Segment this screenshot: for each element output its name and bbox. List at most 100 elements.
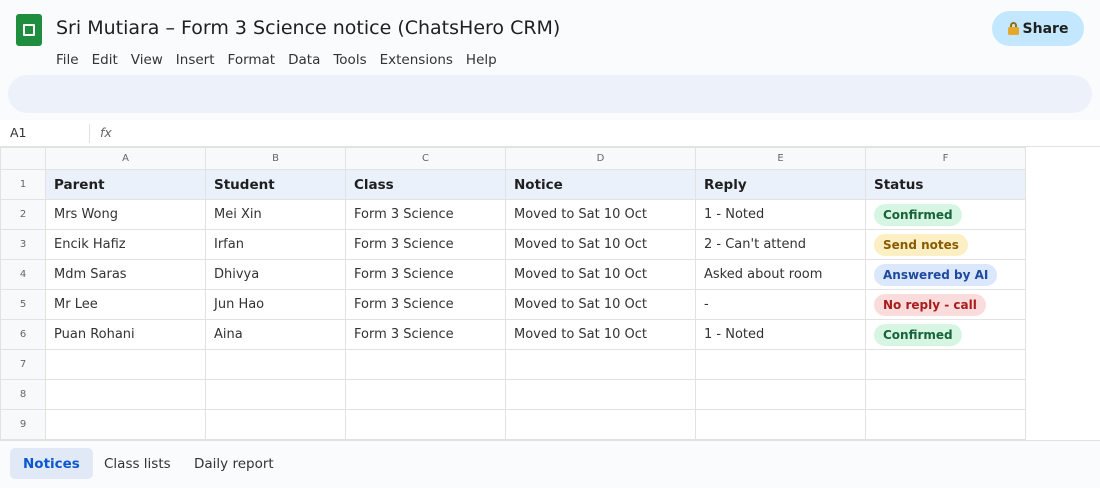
- status-cell[interactable]: Send notes: [865, 229, 1026, 260]
- spreadsheet-grid: A B C D E F 1 Parent Student Class Notice Rep…: [0, 147, 1100, 440]
- column-header-f[interactable]: F: [865, 147, 1026, 170]
- table-cell[interactable]: 1 - Noted: [695, 199, 866, 230]
- empty-cell[interactable]: [45, 379, 206, 410]
- row-number-7[interactable]: 7: [0, 349, 46, 380]
- table-cell[interactable]: Mdm Saras: [45, 259, 206, 290]
- table-cell[interactable]: Form 3 Science: [345, 199, 506, 230]
- table-cell[interactable]: Puan Rohani: [45, 319, 206, 350]
- empty-cell[interactable]: [865, 349, 1026, 380]
- status-badge: Confirmed: [874, 203, 962, 226]
- status-cell[interactable]: Confirmed: [865, 199, 1026, 230]
- table-cell[interactable]: Moved to Sat 10 Oct: [505, 319, 696, 350]
- row-number-3[interactable]: 3: [0, 229, 46, 260]
- status-cell[interactable]: No reply - call: [865, 289, 1026, 320]
- column-header-d[interactable]: D: [505, 147, 696, 170]
- menu-edit[interactable]: Edit: [92, 52, 118, 68]
- empty-cell[interactable]: [505, 379, 696, 410]
- row-number-8[interactable]: 8: [0, 379, 46, 410]
- table-row: 8: [0, 379, 1026, 410]
- header-cell[interactable]: Student: [205, 169, 346, 200]
- table-row: 4 Mdm Saras Dhivya Form 3 Science Moved to S…: [0, 259, 1026, 290]
- table-cell[interactable]: 1 - Noted: [695, 319, 866, 350]
- table-row: 2 Mrs Wong Mei Xin Form 3 Science Moved to S…: [0, 199, 1026, 230]
- table-cell[interactable]: Moved to Sat 10 Oct: [505, 289, 696, 320]
- header-cell[interactable]: Parent: [45, 169, 206, 200]
- table-cell[interactable]: Form 3 Science: [345, 229, 506, 260]
- empty-cell[interactable]: [45, 409, 206, 440]
- menu-file[interactable]: File: [56, 52, 79, 68]
- status-badge: Confirmed: [874, 323, 962, 346]
- table-cell[interactable]: Aina: [205, 319, 346, 350]
- empty-cell[interactable]: [695, 379, 866, 410]
- tab-notices[interactable]: Notices: [10, 448, 93, 479]
- empty-cell[interactable]: [205, 409, 346, 440]
- name-box[interactable]: A1: [10, 125, 27, 140]
- header-cell[interactable]: Notice: [505, 169, 696, 200]
- table-row: 6 Puan Rohani Aina Form 3 Science Moved to S…: [0, 319, 1026, 350]
- column-header-c[interactable]: C: [345, 147, 506, 170]
- menu-data[interactable]: Data: [288, 52, 320, 68]
- empty-cell[interactable]: [205, 379, 346, 410]
- row-number-5[interactable]: 5: [0, 289, 46, 320]
- select-all-corner[interactable]: [0, 147, 46, 170]
- empty-cell[interactable]: [45, 349, 206, 380]
- share-button[interactable]: Share: [992, 11, 1084, 46]
- table-cell[interactable]: Mei Xin: [205, 199, 346, 230]
- status-cell[interactable]: Confirmed: [865, 319, 1026, 350]
- column-header-b[interactable]: B: [205, 147, 346, 170]
- table-cell[interactable]: Form 3 Science: [345, 319, 506, 350]
- column-header-e[interactable]: E: [695, 147, 866, 170]
- header-cell[interactable]: Class: [345, 169, 506, 200]
- menu-help[interactable]: Help: [466, 52, 497, 68]
- menu-view[interactable]: View: [131, 52, 163, 68]
- table-cell[interactable]: Jun Hao: [205, 289, 346, 320]
- table-cell[interactable]: -: [695, 289, 866, 320]
- empty-cell[interactable]: [205, 349, 346, 380]
- column-header-a[interactable]: A: [45, 147, 206, 170]
- table-cell[interactable]: Mrs Wong: [45, 199, 206, 230]
- empty-cell[interactable]: [695, 409, 866, 440]
- table-cell[interactable]: Moved to Sat 10 Oct: [505, 229, 696, 260]
- table-cell[interactable]: Form 3 Science: [345, 259, 506, 290]
- formula-bar: A1 fx: [0, 120, 1100, 147]
- empty-cell[interactable]: [865, 379, 1026, 410]
- row-number-4[interactable]: 4: [0, 259, 46, 290]
- table-row: 9: [0, 409, 1026, 440]
- table-cell[interactable]: Mr Lee: [45, 289, 206, 320]
- fx-icon: fx: [100, 125, 112, 140]
- menu-format[interactable]: Format: [228, 52, 276, 68]
- header-cell[interactable]: Status: [865, 169, 1026, 200]
- status-cell[interactable]: Answered by AI: [865, 259, 1026, 290]
- empty-cell[interactable]: [865, 409, 1026, 440]
- document-title[interactable]: Sri Mutiara – Form 3 Science notice (Cha…: [56, 17, 560, 39]
- toolbar[interactable]: [8, 75, 1092, 113]
- table-cell[interactable]: 2 - Can't attend: [695, 229, 866, 260]
- empty-cell[interactable]: [505, 349, 696, 380]
- menu-insert[interactable]: Insert: [176, 52, 215, 68]
- empty-cell[interactable]: [505, 409, 696, 440]
- table-cell[interactable]: Dhivya: [205, 259, 346, 290]
- table-cell[interactable]: Form 3 Science: [345, 289, 506, 320]
- empty-cell[interactable]: [345, 379, 506, 410]
- sheet-tab-bar: Notices Class lists Daily report: [0, 440, 1100, 488]
- row-number-9[interactable]: 9: [0, 409, 46, 440]
- tab-class-lists[interactable]: Class lists: [91, 448, 184, 479]
- table-cell[interactable]: Asked about room: [695, 259, 866, 290]
- table-cell[interactable]: Moved to Sat 10 Oct: [505, 199, 696, 230]
- row-number-6[interactable]: 6: [0, 319, 46, 350]
- empty-cell[interactable]: [345, 409, 506, 440]
- title-bar: Sri Mutiara – Form 3 Science notice (Cha…: [0, 0, 1100, 72]
- table-cell[interactable]: Irfan: [205, 229, 346, 260]
- menu-bar: File Edit View Insert Format Data Tools …: [56, 52, 497, 68]
- header-cell[interactable]: Reply: [695, 169, 866, 200]
- menu-extensions[interactable]: Extensions: [380, 52, 453, 68]
- empty-cell[interactable]: [345, 349, 506, 380]
- row-number-1[interactable]: 1: [0, 169, 46, 200]
- row-number-2[interactable]: 2: [0, 199, 46, 230]
- empty-cell[interactable]: [695, 349, 866, 380]
- table-cell[interactable]: Moved to Sat 10 Oct: [505, 259, 696, 290]
- menu-tools[interactable]: Tools: [333, 52, 366, 68]
- tab-daily-report[interactable]: Daily report: [181, 448, 287, 479]
- sheets-logo-icon[interactable]: [16, 14, 42, 46]
- table-cell[interactable]: Encik Hafiz: [45, 229, 206, 260]
